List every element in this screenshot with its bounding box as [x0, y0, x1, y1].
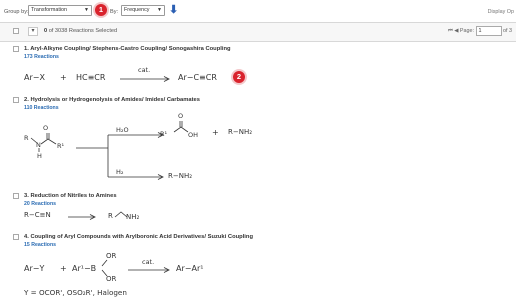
toolbar: Group by: Transformation ▼ 1 By: Frequen…	[0, 0, 516, 22]
prev-page-icon[interactable]: ◀	[454, 28, 458, 34]
display-options-link[interactable]: Display Op	[488, 9, 514, 15]
group-by-label: Group by:	[4, 9, 29, 15]
r1-arrow	[120, 76, 170, 82]
selection-summary: 0 of 3038 Reactions Selected	[44, 28, 117, 34]
r1-product: Ar−C≡CR	[178, 73, 217, 82]
selected-total: of 3038 Reactions Selected	[48, 28, 118, 34]
r2-carbonyl-o: O	[43, 124, 49, 132]
sort-by-select[interactable]: Frequency ▼	[121, 5, 165, 16]
r4-or-bottom: OR	[106, 275, 117, 283]
r4-reactant-1: Ar−Y	[24, 264, 45, 273]
callout-badge-1: 1	[95, 4, 107, 16]
reaction-checkbox-2[interactable]	[13, 97, 19, 103]
reaction-checkbox-1[interactable]	[13, 46, 19, 52]
r2-amine-product-1: R−NH₂	[228, 128, 253, 136]
r2-water: H₂O	[116, 126, 129, 134]
page-input[interactable]: 1	[475, 26, 502, 36]
r1-reactant-2: HC≡CR	[76, 73, 106, 82]
selected-count: 0	[44, 28, 48, 34]
r1-reactant-1: Ar−X	[24, 73, 45, 82]
reaction-title-3[interactable]: 3. Reduction of Nitriles to Amines	[24, 193, 117, 199]
r4-reactant-2: Ar¹−B	[72, 264, 97, 273]
callout-badge-2: 2	[233, 71, 245, 83]
reaction-checkbox-4[interactable]	[13, 234, 19, 240]
page-label: Page:	[459, 28, 474, 34]
reaction-title-2[interactable]: 2. Hydrolysis or Hydrogenolysis of Amide…	[24, 97, 200, 103]
selection-bar: ▾ 0 of 3038 Reactions Selected ⏮ ◀ Page:…	[0, 22, 516, 42]
select-all-checkbox[interactable]	[13, 28, 19, 34]
r4-or-top: OR	[106, 252, 117, 260]
r2-hydrogen: H₂	[116, 168, 124, 176]
select-menu-button[interactable]: ▾	[28, 27, 38, 36]
r4-product: Ar−Ar¹	[176, 264, 204, 273]
reaction-count-3[interactable]: 20 Reactions	[24, 201, 56, 207]
r3-product-nh2: NH₂	[126, 213, 140, 221]
reaction-count-4[interactable]: 15 Reactions	[24, 242, 56, 248]
group-by-select[interactable]: Transformation ▼	[28, 5, 92, 16]
r4-plus: +	[60, 264, 67, 273]
r2-r1-group: R¹	[57, 142, 65, 150]
first-page-icon[interactable]: ⏮	[448, 28, 453, 35]
r1-catalyst: cat.	[138, 66, 151, 74]
r2-acid-oh: OH	[188, 131, 199, 139]
reaction-count-2[interactable]: 110 Reactions	[24, 105, 59, 111]
chevron-down-icon: ▼	[84, 7, 89, 13]
sort-by-value: Frequency	[124, 7, 150, 13]
r1-plus: +	[60, 73, 67, 82]
r2-amine-product-2: R−NH₂	[168, 172, 193, 180]
reaction-count-1[interactable]: 173 Reactions	[24, 54, 59, 60]
r3-reactant: R−C≡N	[24, 211, 51, 219]
reaction-checkbox-3[interactable]	[13, 193, 19, 199]
r2-acid-o: O	[178, 112, 184, 120]
reaction-title-1[interactable]: 1. Aryl-Alkyne Coupling/ Stephens-Castro…	[24, 46, 231, 52]
r2-branch-arrows	[76, 132, 164, 180]
sort-direction-icon[interactable]: ⬇	[169, 3, 178, 16]
pager: ⏮ ◀ Page: 1 of 3	[448, 26, 512, 36]
r4-footnote: Y = OCOR', OSO₂R', Halogen	[24, 288, 127, 297]
r2-r-group: R	[24, 134, 29, 142]
r3-product-r: R	[108, 212, 113, 220]
r2-plus: +	[212, 128, 219, 137]
chevron-down-icon: ▼	[157, 7, 162, 13]
chevron-down-icon: ▾	[31, 28, 35, 34]
reaction-title-4[interactable]: 4. Coupling of Aryl Compounds with Arylb…	[24, 234, 253, 240]
r2-acid-r1: R¹	[160, 130, 168, 138]
group-by-value: Transformation	[31, 7, 68, 13]
r2-n-atom: N	[36, 141, 41, 149]
r4-arrow	[128, 267, 170, 273]
page-total: of 3	[503, 28, 512, 34]
r2-h-atom: H	[37, 152, 42, 160]
sort-by-label: By:	[110, 9, 119, 15]
r3-arrow	[68, 214, 96, 220]
r4-catalyst: cat.	[142, 258, 155, 266]
